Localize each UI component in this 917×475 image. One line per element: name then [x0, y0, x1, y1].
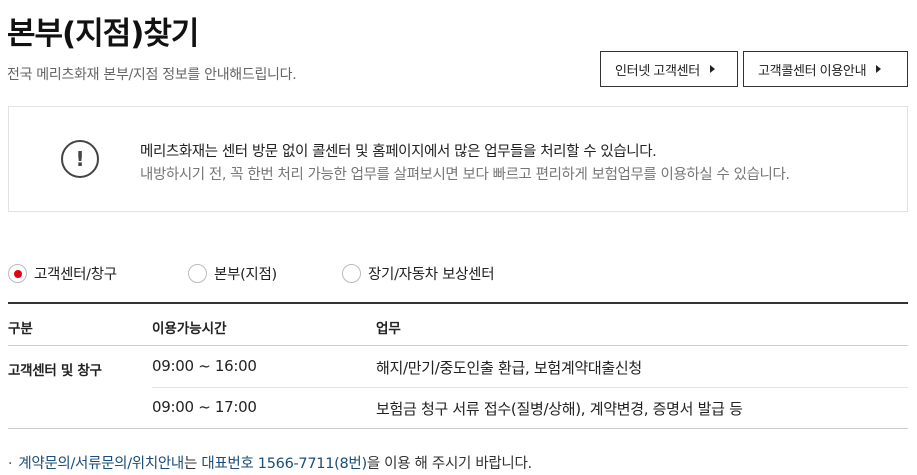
radio-label: 장기/자동차 보상센터: [368, 267, 495, 283]
row-hours: 09:00 ~ 16:00: [152, 357, 257, 375]
service-hours-table: 구분 이용가능시간 업무 고객센터 및 창구 09:00 ~ 16:00 해지/…: [8, 302, 908, 429]
header-hours: 이용가능시간: [152, 321, 227, 337]
arrow-right-icon: [709, 65, 715, 73]
exclamation-circle-icon: !: [61, 140, 99, 178]
radio-selected-icon[interactable]: [8, 264, 27, 283]
radio-branch[interactable]: 본부(지점): [188, 263, 342, 284]
table-bottom-border: [8, 428, 908, 429]
top-buttons: 인터넷 고객센터 고객콜센터 이용안내: [600, 51, 908, 87]
table-row: 09:00 ~ 17:00 보험금 청구 서류 접수(질병/상해), 계약변경,…: [8, 387, 908, 428]
radio-unselected-icon[interactable]: [342, 264, 361, 283]
bullet: ·: [8, 456, 13, 472]
notice-box: ! 메리츠화재는 센터 방문 없이 콜센터 및 홈페이지에서 많은 업무들을 처…: [8, 106, 908, 212]
table-header: 구분 이용가능시간 업무: [8, 304, 908, 346]
radio-compensation-center[interactable]: 장기/자동차 보상센터: [342, 263, 495, 284]
header-work: 업무: [376, 321, 401, 337]
row-work: 해지/만기/중도인출 환급, 보험계약대출신청: [376, 359, 642, 377]
page-title: 본부(지점)찾기: [7, 16, 199, 52]
footnote-inquiry-topics: 계약문의/서류문의/위치안내: [18, 456, 184, 472]
internet-customer-center-label: 인터넷 고객센터: [615, 62, 700, 78]
footnote: · 계약문의/서류문의/위치안내는 대표번호 1566-7711(8번)을 이용 …: [8, 452, 532, 473]
row-hours: 09:00 ~ 17:00: [152, 398, 257, 416]
arrow-right-icon: [876, 65, 882, 73]
page-subtitle: 전국 메리츠화재 본부/지점 정보를 안내해드립니다.: [7, 67, 297, 83]
internet-customer-center-button[interactable]: 인터넷 고객센터: [600, 51, 738, 87]
footnote-text: 는: [183, 456, 202, 472]
call-center-guide-button[interactable]: 고객콜센터 이용안내: [743, 51, 908, 87]
notice-text-primary: 메리츠화재는 센터 방문 없이 콜센터 및 홈페이지에서 많은 업무들을 처리할…: [140, 144, 657, 160]
row-work: 보험금 청구 서류 접수(질병/상해), 계약변경, 증명서 발급 등: [376, 400, 743, 418]
header-category: 구분: [8, 321, 33, 337]
radio-unselected-icon[interactable]: [188, 264, 207, 283]
radio-label: 고객센터/창구: [34, 267, 117, 283]
row-group-label: 고객센터 및 창구: [8, 363, 102, 379]
footnote-text: 을 이용 해 주시기 바랍니다.: [366, 456, 532, 472]
notice-text-secondary: 내방하시기 전, 꼭 한번 처리 가능한 업무를 살펴보시면 보다 빠르고 편리…: [140, 167, 790, 183]
radio-label: 본부(지점): [214, 267, 277, 283]
category-radio-group: 고객센터/창구 본부(지점) 장기/자동차 보상센터: [8, 263, 495, 284]
table-row: 고객센터 및 창구 09:00 ~ 16:00 해지/만기/중도인출 환급, 보…: [8, 346, 908, 388]
call-center-guide-label: 고객콜센터 이용안내: [758, 62, 867, 78]
radio-customer-center[interactable]: 고객센터/창구: [8, 263, 188, 284]
footnote-phone-number: 대표번호 1566-7711(8번): [201, 456, 367, 472]
